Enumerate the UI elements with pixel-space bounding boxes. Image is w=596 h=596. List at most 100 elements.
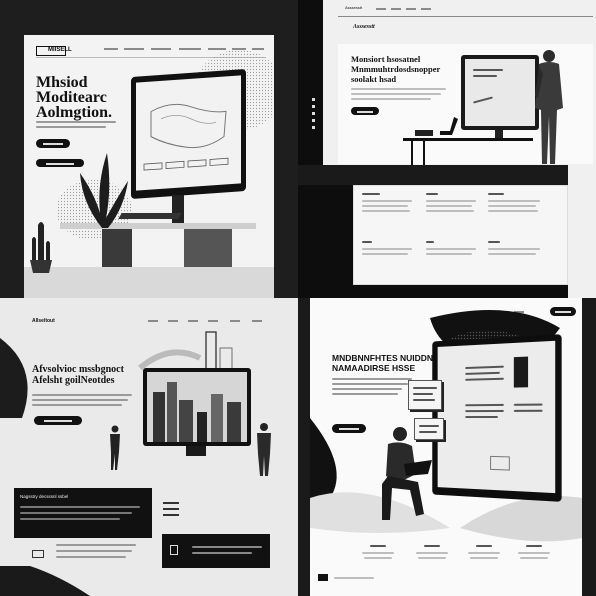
hero-headline-line-3: soolakt hsad xyxy=(351,74,397,84)
feature-line xyxy=(426,205,472,207)
page-canvas: MNDBNNFHTES NUIDDNO NAMAADIRSE HSSE xyxy=(310,298,582,596)
feature-line xyxy=(362,552,394,554)
hero-headline-line-1: MNDBNNFHTES NUIDDNO xyxy=(332,353,440,363)
logo-text[interactable]: Asssesstt xyxy=(345,5,362,10)
chair xyxy=(440,117,458,135)
feature-line xyxy=(426,253,472,255)
hero-text-line xyxy=(351,88,446,90)
feature-line xyxy=(362,248,412,250)
nav-link-1[interactable] xyxy=(376,8,386,10)
side-panel xyxy=(568,165,596,298)
cta-text-line xyxy=(192,552,252,554)
screen-line xyxy=(465,377,504,381)
page-canvas: Allseltout Afvsolvioc mssbgnoct Afelsht … xyxy=(0,298,298,596)
footer xyxy=(310,568,582,596)
feature-line xyxy=(416,552,448,554)
video-icon xyxy=(32,550,44,558)
feature-title xyxy=(488,241,500,243)
pagination-dots[interactable] xyxy=(312,98,315,138)
screen-squiggle xyxy=(473,96,493,104)
card-text-line xyxy=(20,512,132,514)
standing-man-figure xyxy=(535,50,563,164)
screen-line xyxy=(513,403,543,406)
feature-line xyxy=(426,200,476,202)
page-canvas: Asssesstt Asssesstt Monsiort hsosatnel M… xyxy=(323,0,596,165)
features-grid xyxy=(353,185,568,285)
desk-leg xyxy=(411,141,413,165)
nav-link-1[interactable] xyxy=(148,320,158,322)
monitor-screen xyxy=(437,340,556,494)
map-illustration xyxy=(143,103,229,171)
landing-page-mockup-1: MIISELL Mhsiod Moditearc Aolmgtion. xyxy=(0,0,298,298)
hero-text-line xyxy=(351,98,431,100)
hero-headline: MNDBNNFHTES NUIDDNO NAMAADIRSE HSSE xyxy=(332,353,440,373)
cactus-plant xyxy=(30,222,52,273)
screen-line xyxy=(465,371,500,375)
feature-line xyxy=(488,248,540,250)
floor-band xyxy=(298,165,596,185)
monitor-stand xyxy=(186,446,206,456)
nav-link-3[interactable] xyxy=(188,320,198,322)
nav-link-2[interactable] xyxy=(168,320,178,322)
hero-text-line xyxy=(332,388,402,390)
landing-page-mockup-2: Asssesstt Asssesstt Monsiort hsosatnel M… xyxy=(298,0,596,298)
hero-cta-button[interactable] xyxy=(34,416,82,425)
nav-link-4[interactable] xyxy=(208,320,218,322)
monitor-frame xyxy=(432,334,562,502)
hero-text-line xyxy=(32,404,122,406)
feature-title xyxy=(362,193,380,195)
screen-line xyxy=(473,75,497,77)
monitor-stand xyxy=(495,130,503,138)
nav-link-6[interactable] xyxy=(252,320,262,322)
dark-cta-card[interactable] xyxy=(162,534,270,568)
feature-title xyxy=(426,241,434,243)
person-figure-right xyxy=(257,423,271,476)
nav-link-4[interactable] xyxy=(421,8,431,10)
monitor-frame xyxy=(143,368,251,446)
footer-text-line xyxy=(56,556,126,558)
feature-title xyxy=(370,545,386,547)
logo-text[interactable]: Allseltout xyxy=(32,318,55,324)
monitor-frame xyxy=(131,68,246,200)
feature-title xyxy=(362,241,372,243)
nav-link-2[interactable] xyxy=(391,8,401,10)
hero-cta-button[interactable] xyxy=(351,107,379,115)
hero-text-line xyxy=(332,393,398,395)
feature-line xyxy=(426,210,474,212)
feature-line xyxy=(488,200,540,202)
footer-line xyxy=(334,577,374,579)
person-figure-left xyxy=(110,425,120,470)
hero-cta-button[interactable] xyxy=(332,424,366,433)
screen-line xyxy=(465,409,504,413)
screen-line xyxy=(465,365,504,370)
collage-root: MIISELL Mhsiod Moditearc Aolmgtion. Asss… xyxy=(0,0,596,596)
feature-title xyxy=(426,193,438,195)
section-label: Asssesstt xyxy=(353,24,375,30)
book-stack xyxy=(415,130,433,136)
card-text-line xyxy=(20,518,120,520)
floor xyxy=(24,267,274,298)
monitor-screen xyxy=(136,75,241,191)
feature-line xyxy=(488,205,536,207)
feature-line xyxy=(418,557,446,559)
card-text-line xyxy=(20,506,140,508)
feature-title xyxy=(476,545,492,547)
plant-decoration xyxy=(80,153,128,228)
hero-text-line xyxy=(351,93,441,95)
seated-man-with-laptop xyxy=(382,427,432,520)
monitor-screen xyxy=(147,372,247,442)
nav-link-3[interactable] xyxy=(406,8,416,10)
nav-link-5[interactable] xyxy=(230,320,240,322)
landing-page-mockup-3: Allseltout Afvsolvioc mssbgnoct Afelsht … xyxy=(0,298,298,596)
feature-line xyxy=(364,557,392,559)
screen-line xyxy=(465,415,498,418)
dark-info-card: Nagsstry decsssnl ssbel xyxy=(14,488,152,538)
dark-wave-decoration xyxy=(0,566,90,596)
city-illustration xyxy=(153,382,241,442)
screen-image-block xyxy=(513,356,529,388)
feature-title xyxy=(488,193,504,195)
feature-title xyxy=(526,545,542,547)
footer-logo[interactable] xyxy=(318,574,328,581)
feature-line xyxy=(520,557,548,559)
hero-headline: Monsiort hsosatnel Mnmmuhtrdosdsnopper s… xyxy=(351,54,440,84)
